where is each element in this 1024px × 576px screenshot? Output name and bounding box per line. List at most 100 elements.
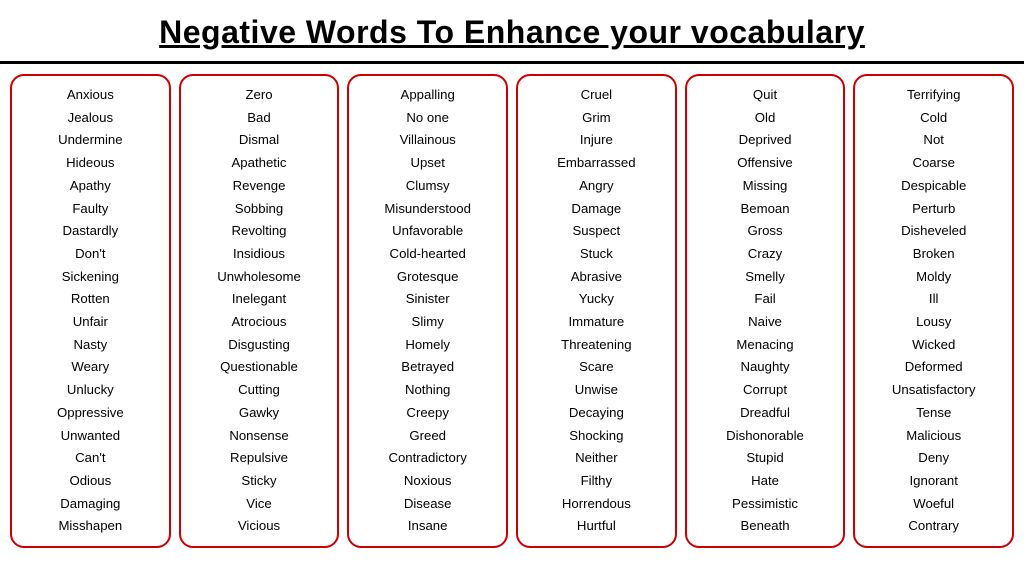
word-item: Disgusting xyxy=(185,334,334,357)
column-4: CruelGrimInjureEmbarrassedAngryDamageSus… xyxy=(516,74,677,548)
word-item: Anxious xyxy=(16,84,165,107)
word-item: Questionable xyxy=(185,356,334,379)
word-item: Zero xyxy=(185,84,334,107)
word-item: Greed xyxy=(353,425,502,448)
word-item: Misunderstood xyxy=(353,198,502,221)
word-item: Unwise xyxy=(522,379,671,402)
word-item: Dismal xyxy=(185,129,334,152)
word-item: Decaying xyxy=(522,402,671,425)
word-item: Insane xyxy=(353,515,502,538)
word-item: Inelegant xyxy=(185,288,334,311)
word-item: Revenge xyxy=(185,175,334,198)
word-item: Nasty xyxy=(16,334,165,357)
word-item: Neither xyxy=(522,447,671,470)
word-item: Deformed xyxy=(859,356,1008,379)
word-item: Bad xyxy=(185,107,334,130)
word-item: Injure xyxy=(522,129,671,152)
word-item: Offensive xyxy=(691,152,840,175)
word-item: Despicable xyxy=(859,175,1008,198)
word-item: Disease xyxy=(353,493,502,516)
word-item: Corrupt xyxy=(691,379,840,402)
word-item: Vice xyxy=(185,493,334,516)
column-3: AppallingNo oneVillainousUpsetClumsyMisu… xyxy=(347,74,508,548)
word-item: Pessimistic xyxy=(691,493,840,516)
word-item: Smelly xyxy=(691,266,840,289)
word-item: Old xyxy=(691,107,840,130)
word-item: Villainous xyxy=(353,129,502,152)
word-item: Grotesque xyxy=(353,266,502,289)
word-item: Dastardly xyxy=(16,220,165,243)
word-item: Perturb xyxy=(859,198,1008,221)
word-item: Insidious xyxy=(185,243,334,266)
word-item: Sobbing xyxy=(185,198,334,221)
word-item: Menacing xyxy=(691,334,840,357)
word-item: Naive xyxy=(691,311,840,334)
word-item: Unsatisfactory xyxy=(859,379,1008,402)
word-item: Not xyxy=(859,129,1008,152)
word-item: Moldy xyxy=(859,266,1008,289)
word-item: Yucky xyxy=(522,288,671,311)
word-item: Upset xyxy=(353,152,502,175)
word-item: Weary xyxy=(16,356,165,379)
word-item: Ill xyxy=(859,288,1008,311)
word-item: Apathy xyxy=(16,175,165,198)
word-item: Embarrassed xyxy=(522,152,671,175)
word-item: Dreadful xyxy=(691,402,840,425)
word-item: Broken xyxy=(859,243,1008,266)
word-item: Terrifying xyxy=(859,84,1008,107)
column-1: AnxiousJealousUndermineHideousApathyFaul… xyxy=(10,74,171,548)
word-item: Abrasive xyxy=(522,266,671,289)
word-item: Threatening xyxy=(522,334,671,357)
word-item: Unfair xyxy=(16,311,165,334)
word-item: Creepy xyxy=(353,402,502,425)
word-item: Quit xyxy=(691,84,840,107)
word-item: Rotten xyxy=(16,288,165,311)
word-item: Sticky xyxy=(185,470,334,493)
word-item: Stupid xyxy=(691,447,840,470)
word-item: Deprived xyxy=(691,129,840,152)
word-item: Homely xyxy=(353,334,502,357)
word-item: Betrayed xyxy=(353,356,502,379)
word-item: Hurtful xyxy=(522,515,671,538)
word-item: Malicious xyxy=(859,425,1008,448)
word-item: Nonsense xyxy=(185,425,334,448)
word-item: Scare xyxy=(522,356,671,379)
word-item: Dishonorable xyxy=(691,425,840,448)
word-item: Noxious xyxy=(353,470,502,493)
word-item: Filthy xyxy=(522,470,671,493)
word-item: Tense xyxy=(859,402,1008,425)
word-item: Wicked xyxy=(859,334,1008,357)
word-item: Grim xyxy=(522,107,671,130)
word-item: Hideous xyxy=(16,152,165,175)
word-item: Can't xyxy=(16,447,165,470)
word-item: Gross xyxy=(691,220,840,243)
word-item: Ignorant xyxy=(859,470,1008,493)
column-5: QuitOldDeprivedOffensiveMissingBemoanGro… xyxy=(685,74,846,548)
word-item: No one xyxy=(353,107,502,130)
word-item: Bemoan xyxy=(691,198,840,221)
word-item: Stuck xyxy=(522,243,671,266)
word-item: Coarse xyxy=(859,152,1008,175)
word-item: Odious xyxy=(16,470,165,493)
word-item: Horrendous xyxy=(522,493,671,516)
word-item: Cold xyxy=(859,107,1008,130)
word-item: Appalling xyxy=(353,84,502,107)
word-item: Missing xyxy=(691,175,840,198)
word-item: Angry xyxy=(522,175,671,198)
columns-container: AnxiousJealousUndermineHideousApathyFaul… xyxy=(0,64,1024,558)
word-item: Damage xyxy=(522,198,671,221)
word-item: Cold-hearted xyxy=(353,243,502,266)
word-item: Gawky xyxy=(185,402,334,425)
word-item: Crazy xyxy=(691,243,840,266)
word-item: Unfavorable xyxy=(353,220,502,243)
word-item: Hate xyxy=(691,470,840,493)
word-item: Naughty xyxy=(691,356,840,379)
word-item: Faulty xyxy=(16,198,165,221)
word-item: Slimy xyxy=(353,311,502,334)
word-item: Don't xyxy=(16,243,165,266)
column-2: ZeroBadDismalApatheticRevengeSobbingRevo… xyxy=(179,74,340,548)
word-item: Cutting xyxy=(185,379,334,402)
word-item: Beneath xyxy=(691,515,840,538)
word-item: Deny xyxy=(859,447,1008,470)
word-item: Atrocious xyxy=(185,311,334,334)
